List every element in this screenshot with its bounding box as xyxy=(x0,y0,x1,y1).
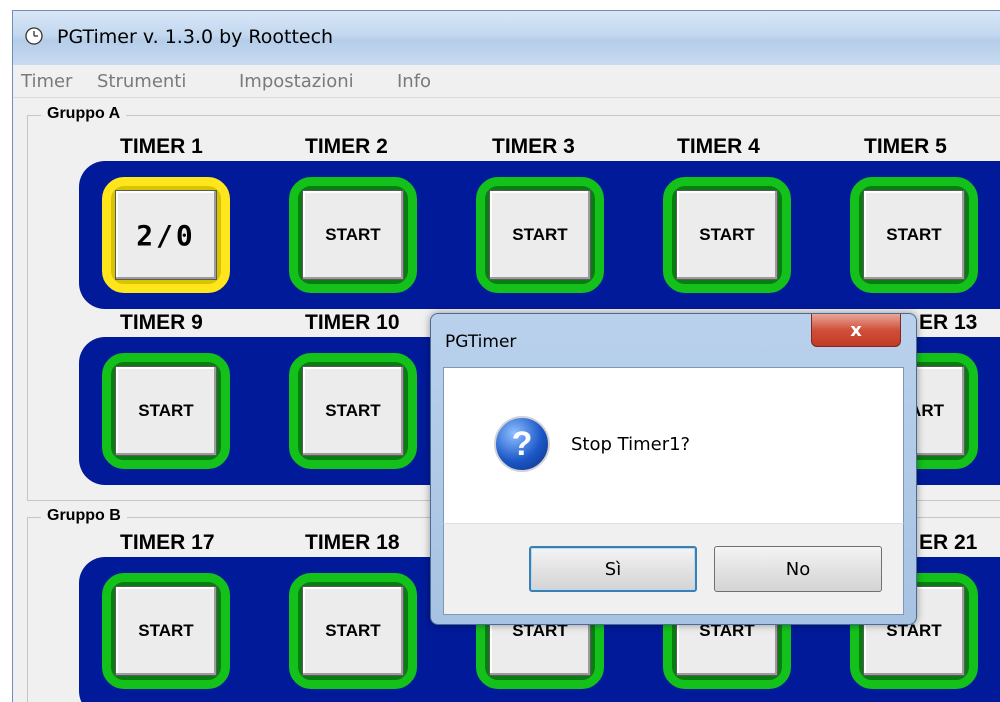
question-icon: ? xyxy=(494,416,550,472)
timer-button-1[interactable]: 2/0 xyxy=(102,177,230,293)
no-button[interactable]: No xyxy=(714,546,882,592)
timer-label-10: TIMER 10 xyxy=(305,311,400,334)
timer-button-2[interactable]: START xyxy=(289,177,417,293)
start-label: START xyxy=(302,366,404,456)
start-label: START xyxy=(863,190,965,280)
timer-label-5: TIMER 5 xyxy=(864,135,947,158)
menu-info[interactable]: Info xyxy=(397,71,431,92)
dialog-footer: Sì No xyxy=(443,523,904,615)
timer-label-4: TIMER 4 xyxy=(677,135,760,158)
timer-label-3: TIMER 3 xyxy=(492,135,575,158)
timer-label-18: TIMER 18 xyxy=(305,531,400,554)
start-label: START xyxy=(489,190,591,280)
timer-label-17: TIMER 17 xyxy=(120,531,215,554)
dialog-close-button[interactable]: x xyxy=(811,314,901,347)
timer-display-1: 2/0 xyxy=(115,190,217,280)
group-a-label: Gruppo A xyxy=(41,105,127,123)
timer-button-3[interactable]: START xyxy=(476,177,604,293)
menu-timer[interactable]: Timer xyxy=(21,71,72,92)
timer-label-13: ER 13 xyxy=(919,311,978,334)
timer-button-10[interactable]: START xyxy=(289,353,417,469)
dialog-title: PGTimer xyxy=(445,332,517,352)
window-title: PGTimer v. 1.3.0 by Roottech xyxy=(57,26,334,48)
confirm-dialog: PGTimer x ? Stop Timer1? Sì No xyxy=(430,313,917,625)
timer-button-4[interactable]: START xyxy=(663,177,791,293)
timer-button-9[interactable]: START xyxy=(102,353,230,469)
no-button-label: No xyxy=(785,558,811,580)
title-bar[interactable]: PGTimer v. 1.3.0 by Roottech xyxy=(13,11,1000,65)
timer-label-21: ER 21 xyxy=(919,531,978,554)
menu-strumenti[interactable]: Strumenti xyxy=(97,71,186,92)
timer-label-1: TIMER 1 xyxy=(120,135,203,158)
timer-button-5[interactable]: START xyxy=(850,177,978,293)
timer-label-2: TIMER 2 xyxy=(305,135,388,158)
start-label: START xyxy=(676,190,778,280)
menu-bar: Timer Strumenti Impostazioni Info xyxy=(13,65,1000,98)
yes-button-label: Sì xyxy=(604,558,622,580)
menu-impostazioni[interactable]: Impostazioni xyxy=(239,71,354,92)
start-label: START xyxy=(302,190,404,280)
start-label: START xyxy=(115,586,217,676)
yes-button[interactable]: Sì xyxy=(529,546,697,592)
close-icon: x xyxy=(850,319,862,341)
timer-label-9: TIMER 9 xyxy=(120,311,203,334)
dialog-message: Stop Timer1? xyxy=(571,434,691,455)
timer-button-18[interactable]: START xyxy=(289,573,417,689)
group-b-label: Gruppo B xyxy=(41,507,127,525)
start-label: START xyxy=(302,586,404,676)
start-label: START xyxy=(115,366,217,456)
timer-button-17[interactable]: START xyxy=(102,573,230,689)
dialog-body: ? Stop Timer1? xyxy=(443,367,904,524)
clock-icon xyxy=(25,27,43,45)
